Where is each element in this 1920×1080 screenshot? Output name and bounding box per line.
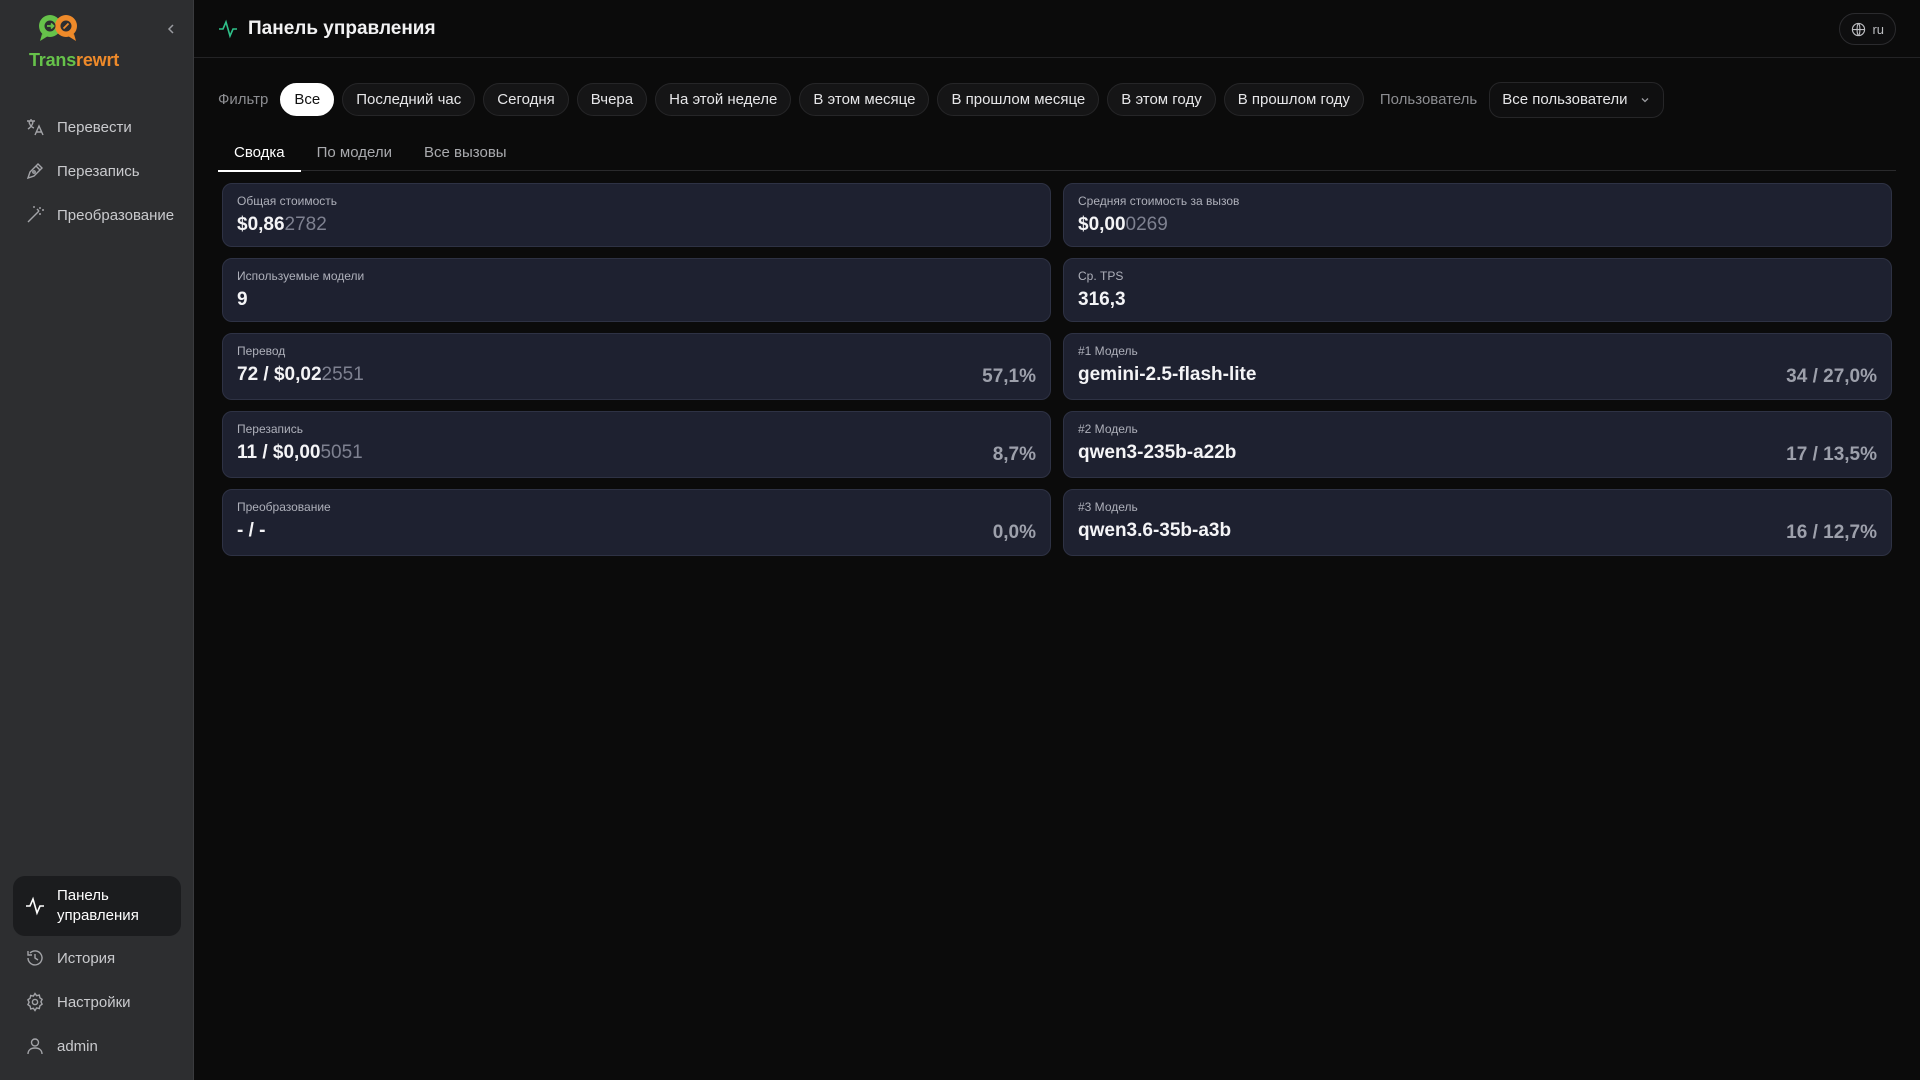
card-label: Перезапись [237, 422, 304, 436]
collapse-sidebar-button[interactable] [159, 17, 183, 41]
user-select[interactable]: Все пользователи [1489, 81, 1665, 118]
nav-item-label: Перевести [57, 118, 132, 136]
nav-item-label: Перезапись [57, 162, 140, 180]
logo-text: Transrewrt [29, 50, 120, 70]
stat-card-avg-tps: Ср. TPS 316,3 [1063, 258, 1892, 322]
logo[interactable]: Transrewrt [13, 10, 181, 80]
app-root: Transrewrt Перевести Перезапись Преобраз… [0, 0, 1920, 1080]
card-value: $0,86 2782 [237, 214, 327, 235]
nav-item-label: Панель управления [57, 887, 139, 924]
filter-chip-last-month[interactable]: В прошлом месяце [937, 83, 1100, 116]
language-switcher[interactable]: ru [1839, 13, 1896, 45]
card-label: #2 Модель [1078, 422, 1138, 436]
sidebar: Transrewrt Перевести Перезапись Преобраз… [0, 0, 194, 1080]
stat-card-model-3: #3 Модель qwen3.6-35b-a3b 16 / 12,7% [1063, 489, 1892, 556]
bottom-nav: Панель управления История Настройки admi… [13, 876, 181, 1068]
card-value: qwen3.6-35b-a3b [1078, 520, 1232, 541]
user-icon [25, 1036, 45, 1056]
rewrite-pen-icon [25, 161, 45, 181]
stat-card-total-cost: Общая стоимость $0,86 2782 [222, 183, 1051, 247]
gear-icon [25, 992, 45, 1012]
history-icon [25, 948, 45, 968]
nav-item-label: Преобразование [57, 206, 175, 224]
activity-icon [218, 19, 238, 39]
dashboard-content: Фильтр Все Последний час Сегодня Вчера Н… [194, 58, 1920, 556]
card-percent: 34 / 27,0% [1786, 366, 1877, 387]
page-title: Панель управления [248, 17, 436, 39]
filter-label: Фильтр [218, 91, 269, 108]
main-area: Панель управления ru Фильтр Все Последни… [194, 0, 1920, 1080]
magic-wand-icon [25, 205, 45, 225]
user-select-value: Все пользователи [1502, 91, 1628, 108]
logo-chat-bubbles-icon [39, 15, 77, 41]
globe-icon [1852, 22, 1866, 36]
chevron-down-icon [1642, 97, 1649, 102]
nav-item-rewrite[interactable]: Перезапись [13, 149, 181, 193]
chevron-left-icon [167, 24, 174, 34]
stat-card-rewrite: Перезапись 11 / $0,00 5051 8,7% [222, 411, 1051, 478]
card-value: $0,00 0269 [1078, 214, 1168, 235]
tab-by-model[interactable]: По модели [301, 134, 408, 171]
card-percent: 57,1% [982, 366, 1036, 387]
tab-summary[interactable]: Сводка [218, 134, 301, 172]
card-label: Средняя стоимость за вызов [1078, 194, 1240, 208]
card-percent: 8,7% [992, 444, 1036, 465]
card-value: 11 / $0,00 5051 [237, 442, 363, 463]
nav-item-label: История [57, 949, 116, 967]
nav-item-label: admin [57, 1037, 98, 1055]
card-value: 72 / $0,02 2551 [237, 364, 364, 385]
card-value: gemini-2.5-flash-lite [1078, 364, 1257, 385]
card-label: Преобразование [237, 500, 331, 514]
filter-chip-all[interactable]: Все [280, 83, 335, 116]
filter-chip-yesterday[interactable]: Вчера [576, 83, 648, 116]
stats-grid: Общая стоимость $0,86 2782 Средняя стоимо… [218, 183, 1896, 556]
user-filter-label: Пользователь [1379, 91, 1478, 108]
stat-card-translate: Перевод 72 / $0,02 2551 57,1% [222, 333, 1051, 400]
card-label: #1 Модель [1078, 344, 1138, 358]
card-percent: 17 / 13,5% [1786, 444, 1877, 465]
card-label: Перевод [237, 344, 286, 358]
card-label: #3 Модель [1078, 500, 1138, 514]
card-label: Общая стоимость [237, 194, 337, 208]
nav-item-history[interactable]: История [13, 936, 181, 980]
activity-icon [25, 896, 45, 916]
card-value: 9 [237, 289, 248, 310]
filter-bar: Фильтр Все Последний час Сегодня Вчера Н… [218, 81, 1896, 118]
language-code: ru [1872, 21, 1884, 37]
filter-chip-today[interactable]: Сегодня [483, 83, 569, 116]
tab-bar: Сводка По модели Все вызовы [218, 134, 1896, 172]
card-percent: 16 / 12,7% [1786, 522, 1877, 543]
tab-all-calls[interactable]: Все вызовы [408, 134, 523, 171]
nav-item-transform[interactable]: Преобразование [13, 193, 181, 237]
translate-icon [25, 117, 45, 137]
filter-chip-this-year[interactable]: В этом году [1107, 83, 1216, 116]
filter-chip-this-week[interactable]: На этой неделе [655, 83, 792, 116]
card-value: qwen3-235b-a22b [1078, 442, 1237, 463]
filter-chip-last-hour[interactable]: Последний час [342, 83, 476, 116]
stat-card-avg-cost: Средняя стоимость за вызов $0,00 0269 [1063, 183, 1892, 247]
card-percent: 0,0% [992, 522, 1036, 543]
main-nav: Перевести Перезапись Преобразование [13, 105, 181, 237]
stat-card-model-2: #2 Модель qwen3-235b-a22b 17 / 13,5% [1063, 411, 1892, 478]
stat-card-model-1: #1 Модель gemini-2.5-flash-lite 34 / 27,… [1063, 333, 1892, 400]
stat-card-models-used: Используемые модели 9 [222, 258, 1051, 322]
card-label: Используемые модели [237, 269, 365, 283]
card-value: 316,3 [1078, 289, 1126, 310]
nav-item-settings[interactable]: Настройки [13, 980, 181, 1024]
nav-item-translate[interactable]: Перевести [13, 105, 181, 149]
nav-item-label: Настройки [57, 993, 131, 1011]
filter-chip-this-month[interactable]: В этом месяце [799, 83, 930, 116]
card-value: - / - [237, 520, 266, 541]
card-label: Ср. TPS [1078, 269, 1124, 283]
nav-item-dashboard[interactable]: Панель управления [13, 876, 181, 936]
nav-item-user[interactable]: admin [13, 1024, 181, 1068]
stat-card-transform: Преобразование - / - 0,0% [222, 489, 1051, 556]
filter-chip-last-year[interactable]: В прошлом году [1223, 83, 1364, 116]
topbar: Панель управления ru [194, 0, 1920, 58]
